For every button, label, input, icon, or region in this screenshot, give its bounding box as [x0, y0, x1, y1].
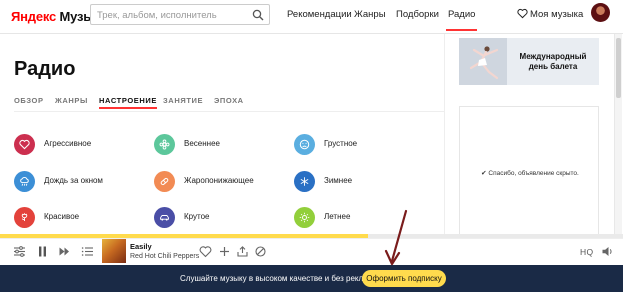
my-music-label: Моя музыка [530, 9, 584, 20]
equalizer-icon[interactable] [13, 245, 26, 258]
car-icon [154, 207, 175, 228]
search-box[interactable] [90, 4, 270, 25]
scrollbar-thumb[interactable] [616, 38, 621, 98]
cloud-rain-icon [14, 171, 35, 192]
next-track-icon[interactable] [58, 245, 71, 258]
avatar[interactable] [591, 3, 610, 22]
album-cover[interactable] [102, 239, 126, 263]
heart-icon [517, 8, 528, 19]
subscription-bar: Слушайте музыку в высоком качестве и без… [0, 265, 623, 292]
pill-icon [154, 171, 175, 192]
nav-radio[interactable]: Радио [445, 9, 478, 31]
track-title[interactable]: Easily [130, 242, 152, 251]
add-icon[interactable] [218, 245, 231, 258]
subscription-text: Слушайте музыку в высоком качестве и без… [180, 274, 379, 283]
page-title: Радио [14, 58, 76, 80]
tab-genres[interactable]: ЖАНРЫ [55, 96, 88, 105]
ballet-dancer-image [459, 38, 507, 85]
main-content: Радио ОБЗОР ЖАНРЫ НАСТРОЕНИЕ ЗАНЯТИЕ ЭПО… [0, 34, 444, 240]
tab-mood[interactable]: НАСТРОЕНИЕ [99, 96, 158, 109]
hidden-ad-box: ✔ Спасибо, объявление скрыто. [459, 106, 599, 239]
search-input[interactable] [97, 8, 247, 22]
like-heart-icon[interactable] [199, 245, 212, 258]
logo-yandex-text: Яндекс [11, 9, 57, 24]
subscribe-button[interactable]: Оформить подписку [362, 270, 446, 287]
mood-item-rain[interactable]: Дождь за окном [14, 171, 134, 193]
mood-label: Весеннее [184, 139, 220, 148]
heart-icon [14, 134, 35, 155]
nav-collections[interactable]: Подборки [396, 9, 439, 20]
mood-label: Грустное [324, 139, 358, 148]
search-icon[interactable] [252, 9, 264, 21]
mood-label: Жаропонижающее [184, 176, 254, 185]
mood-item-winter[interactable]: Зимнее [294, 171, 404, 193]
mood-item-summer[interactable]: Летнее [294, 207, 404, 229]
mood-item-spring[interactable]: Весеннее [154, 134, 264, 156]
block-icon[interactable] [254, 245, 267, 258]
tab-overview[interactable]: ОБЗОР [14, 96, 44, 105]
mood-label: Агрессивное [44, 139, 92, 148]
mood-label: Дождь за окном [44, 176, 103, 185]
track-artist[interactable]: Red Hot Chili Peppers [130, 253, 199, 260]
sun-icon [294, 207, 315, 228]
playlist-icon[interactable] [81, 245, 94, 258]
ad-hidden-message: ✔ Спасибо, объявление скрыто. [481, 170, 579, 177]
mood-label: Крутое [184, 212, 210, 221]
flower-bloom-icon [14, 207, 35, 228]
nav-recommendations[interactable]: Рекомендации [287, 9, 352, 20]
snowflake-icon [294, 171, 315, 192]
pause-icon[interactable] [36, 245, 49, 258]
tabs-divider [14, 111, 444, 112]
top-header: Яндекс Музыка Рекомендации Жанры Подборк… [0, 0, 623, 34]
mood-item-cool[interactable]: Крутое [154, 207, 264, 229]
mood-item-antipyretic[interactable]: Жаропонижающее [154, 171, 284, 193]
ad-banner[interactable]: Международный день балета [459, 38, 599, 85]
share-icon[interactable] [236, 245, 249, 258]
ad-title: Международный день балета [519, 52, 587, 71]
flower-icon [154, 134, 175, 155]
hq-toggle[interactable]: HQ [580, 247, 593, 257]
scrollbar[interactable] [614, 34, 622, 240]
mood-item-beautiful[interactable]: Красивое [14, 207, 124, 229]
tab-activity[interactable]: ЗАНЯТИЕ [163, 96, 203, 105]
mood-item-aggressive[interactable]: Агрессивное [14, 134, 124, 156]
tab-epoch[interactable]: ЭПОХА [214, 96, 244, 105]
my-music-link[interactable]: Моя музыка [517, 8, 584, 20]
nav-genres[interactable]: Жанры [354, 9, 386, 20]
mood-label: Летнее [324, 212, 351, 221]
volume-icon[interactable] [601, 245, 614, 258]
mood-label: Зимнее [324, 176, 353, 185]
mood-item-sad[interactable]: Грустное [294, 134, 404, 156]
mood-label: Красивое [44, 212, 80, 221]
sad-face-icon [294, 134, 315, 155]
